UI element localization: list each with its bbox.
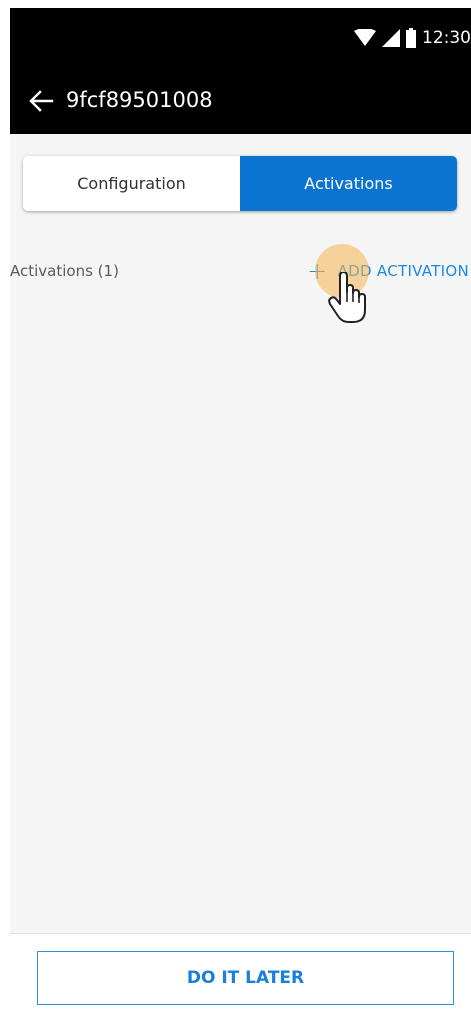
app-screen: 12:30 9fcf89501008 Configuration Activat… [10, 8, 471, 1017]
status-time: 12:30 [422, 28, 471, 48]
tab-activations[interactable]: Activations [240, 156, 457, 211]
wifi-icon [354, 29, 376, 46]
battery-icon [406, 28, 416, 48]
bottom-bar: DO IT LATER [10, 933, 471, 1017]
tab-switcher: Configuration Activations [23, 156, 457, 211]
do-it-later-button[interactable]: DO IT LATER [37, 951, 454, 1005]
activations-count-label: Activations (1) [10, 262, 119, 280]
app-bar: 9fcf89501008 [10, 68, 471, 134]
page-title: 9fcf89501008 [66, 88, 213, 112]
arrow-left-icon[interactable] [28, 88, 54, 114]
status-icons: 12:30 [354, 26, 471, 50]
tab-configuration[interactable]: Configuration [23, 156, 240, 211]
signal-icon [382, 29, 400, 47]
status-bar: 12:30 [10, 8, 471, 68]
hand-pointer-icon [328, 272, 366, 323]
